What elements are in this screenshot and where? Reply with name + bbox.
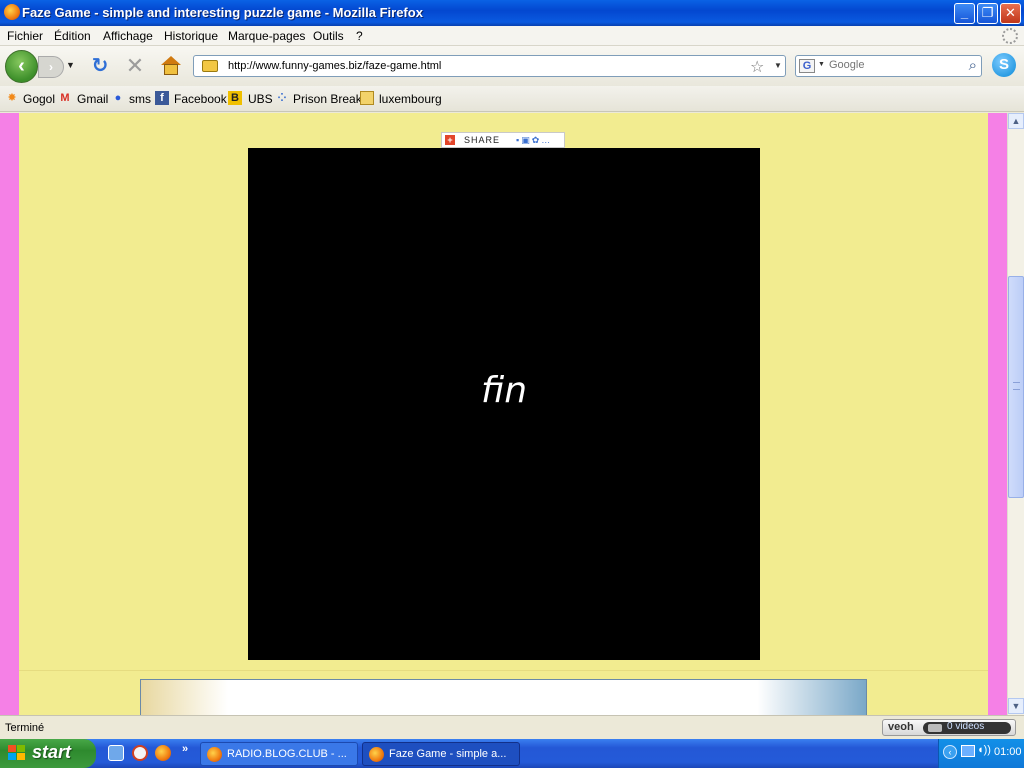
throbber-icon bbox=[1002, 28, 1018, 44]
status-text: Terminé bbox=[5, 722, 45, 734]
search-go-icon[interactable]: ⌕ bbox=[969, 57, 977, 74]
ubs-icon: B bbox=[228, 91, 242, 105]
stop-button[interactable]: ✕ bbox=[124, 55, 146, 77]
bookmark-star-icon[interactable]: ☆ bbox=[750, 57, 764, 77]
share-service-icons: ▪▣✿… bbox=[516, 135, 553, 145]
facebook-icon: f bbox=[155, 91, 169, 105]
firefox-icon bbox=[369, 747, 384, 762]
menu-edition[interactable]: Édition bbox=[54, 29, 91, 43]
veoh-play-icon[interactable] bbox=[928, 724, 942, 732]
share-button[interactable]: + SHARE ▪▣✿… bbox=[441, 132, 565, 148]
gmail-icon: M bbox=[60, 92, 70, 104]
veoh-video-count: 0 videos bbox=[947, 721, 985, 732]
bookmark-prison-break[interactable]: Prison Break bbox=[293, 92, 362, 106]
windows-flag-icon bbox=[8, 745, 26, 762]
search-engine-icon[interactable]: G bbox=[799, 59, 815, 73]
taskbar: start » RADIO.BLOG.CLUB - ... Faze Game … bbox=[0, 739, 1024, 768]
vertical-scrollbar[interactable]: ▲ ▼ bbox=[1007, 113, 1024, 715]
search-input[interactable] bbox=[829, 59, 959, 71]
veoh-logo: veoh bbox=[888, 721, 914, 733]
start-label: start bbox=[32, 742, 72, 762]
clock-app-icon[interactable] bbox=[132, 745, 148, 761]
veoh-widget[interactable]: veoh 0 videos bbox=[882, 719, 1016, 736]
menu-fichier[interactable]: Fichier bbox=[7, 29, 43, 43]
menu-outils[interactable]: Outils bbox=[313, 29, 344, 43]
reload-button[interactable]: ↻ bbox=[89, 55, 111, 77]
menu-affichage[interactable]: Affichage bbox=[103, 29, 153, 43]
window-title: Faze Game - simple and interesting puzzl… bbox=[22, 5, 423, 20]
scroll-up-arrow-icon[interactable]: ▲ bbox=[1008, 113, 1024, 129]
bookmark-sms[interactable]: sms bbox=[129, 92, 151, 106]
url-bar[interactable]: http://www.funny-games.biz/faze-game.htm… bbox=[193, 55, 786, 77]
url-dropdown-icon[interactable]: ▼ bbox=[774, 61, 782, 70]
forward-button[interactable]: › bbox=[38, 56, 64, 78]
navigation-toolbar: ‹ › ▼ ↻ ✕ http://www.funny-games.biz/faz… bbox=[0, 46, 1024, 86]
search-bar: G ▼ ⌕ bbox=[795, 55, 982, 77]
right-border-stripe bbox=[988, 113, 1007, 715]
taskbar-item-label: Faze Game - simple a... bbox=[389, 748, 507, 760]
minimize-button[interactable]: _ bbox=[954, 3, 975, 24]
start-button[interactable]: start bbox=[0, 739, 96, 768]
firefox-quicklaunch-icon[interactable] bbox=[155, 745, 171, 761]
promo-banner[interactable] bbox=[140, 679, 867, 715]
page-content: + SHARE ▪▣✿… fin bbox=[0, 113, 1007, 715]
scroll-down-arrow-icon[interactable]: ▼ bbox=[1008, 698, 1024, 714]
show-desktop-icon[interactable] bbox=[108, 745, 124, 761]
menu-help[interactable]: ? bbox=[356, 29, 363, 43]
menu-bar: Fichier Édition Affichage Historique Mar… bbox=[0, 26, 1024, 46]
system-tray: ‹ ◖)) 01:00 bbox=[938, 739, 1024, 768]
taskbar-item-faze-game[interactable]: Faze Game - simple a... bbox=[362, 742, 520, 766]
divider bbox=[19, 670, 988, 671]
status-bar: Terminé veoh 0 videos bbox=[0, 715, 1024, 739]
history-dropdown-icon[interactable]: ▼ bbox=[66, 60, 75, 70]
network-icon[interactable] bbox=[961, 745, 975, 757]
menu-marque-pages[interactable]: Marque-pages bbox=[228, 29, 305, 43]
share-plus-icon: + bbox=[445, 135, 455, 145]
share-label: SHARE bbox=[464, 135, 501, 145]
bookmark-facebook[interactable]: Facebook bbox=[174, 92, 227, 106]
taskbar-item-radio-blog[interactable]: RADIO.BLOG.CLUB - ... bbox=[200, 742, 358, 766]
folder-icon bbox=[360, 91, 374, 105]
sms-icon: ● bbox=[114, 92, 122, 104]
left-border-stripe bbox=[0, 113, 19, 715]
game-end-text: fin bbox=[480, 370, 528, 411]
site-identity-icon[interactable] bbox=[202, 60, 218, 72]
bookmark-luxembourg[interactable]: luxembourg bbox=[379, 92, 442, 106]
restore-button[interactable]: ❐ bbox=[977, 3, 998, 24]
clock[interactable]: 01:00 bbox=[994, 746, 1022, 758]
scrollbar-thumb[interactable] bbox=[1008, 276, 1024, 498]
menu-historique[interactable]: Historique bbox=[164, 29, 218, 43]
bookmark-ubs[interactable]: UBS bbox=[248, 92, 273, 106]
close-button[interactable]: ✕ bbox=[1000, 3, 1021, 24]
back-button[interactable]: ‹ bbox=[5, 50, 38, 83]
firefox-icon bbox=[4, 4, 20, 20]
skype-icon[interactable]: S bbox=[992, 53, 1016, 77]
firefox-icon bbox=[207, 747, 222, 762]
game-canvas[interactable]: fin bbox=[248, 148, 760, 660]
bookmark-gmail[interactable]: Gmail bbox=[77, 92, 108, 106]
url-text[interactable]: http://www.funny-games.biz/faze-game.htm… bbox=[228, 60, 441, 72]
taskbar-item-label: RADIO.BLOG.CLUB - ... bbox=[227, 748, 347, 760]
search-engine-dropdown-icon[interactable]: ▼ bbox=[818, 61, 825, 68]
quicklaunch-more-icon[interactable]: » bbox=[182, 743, 188, 755]
home-button[interactable] bbox=[160, 55, 182, 77]
bookmarks-toolbar: ✸ Gogol M Gmail ● sms f Facebook B UBS ⁘… bbox=[0, 86, 1024, 112]
tray-expand-icon[interactable]: ‹ bbox=[943, 745, 957, 759]
window-title-bar[interactable]: Faze Game - simple and interesting puzzl… bbox=[0, 0, 1024, 26]
gogol-icon: ✸ bbox=[7, 92, 17, 104]
volume-icon[interactable]: ◖)) bbox=[977, 744, 991, 756]
bookmark-gogol[interactable]: Gogol bbox=[23, 92, 55, 106]
prison-break-icon: ⁘ bbox=[277, 92, 287, 104]
